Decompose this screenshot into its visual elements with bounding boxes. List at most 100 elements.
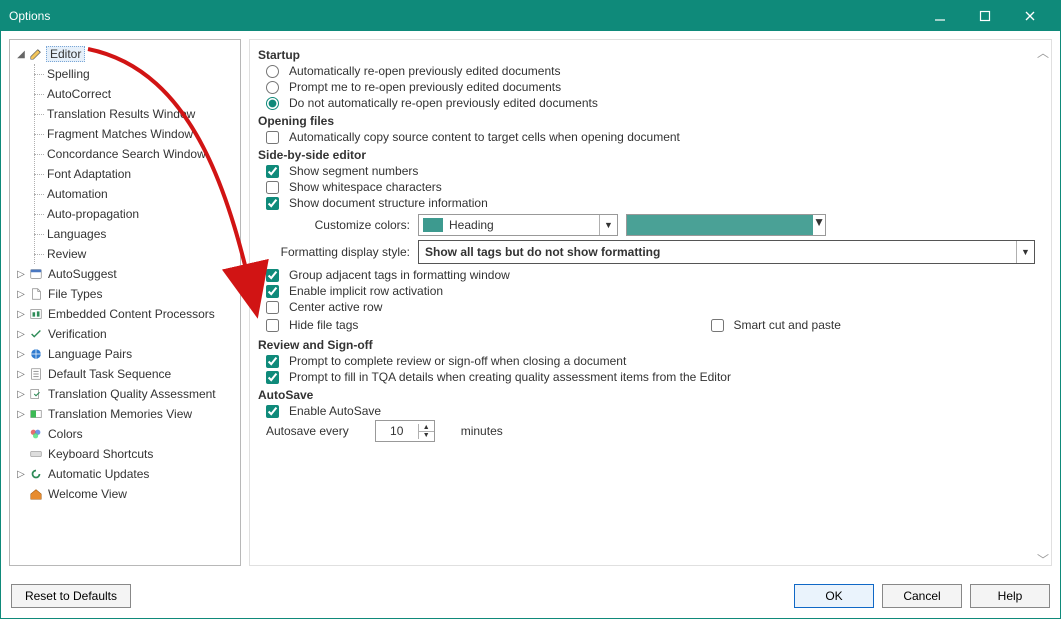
editor-options-panel: ︿ Startup Automatically re-open previous… bbox=[249, 39, 1052, 566]
combo-value: Show all tags but do not show formatting bbox=[419, 245, 1016, 259]
tree-item-label: Editor bbox=[46, 46, 85, 62]
checkbox-enable-autosave[interactable] bbox=[266, 405, 279, 418]
options-tree[interactable]: ◢ Editor Spelling AutoCorrect Translatio… bbox=[9, 39, 241, 566]
collapse-icon[interactable]: ◢ bbox=[14, 49, 28, 60]
label[interactable]: Smart cut and paste bbox=[734, 318, 841, 332]
tree-item-languages[interactable]: Languages bbox=[35, 224, 238, 244]
customize-colors-combo[interactable]: Heading ▼ bbox=[418, 214, 618, 236]
tree-item-auto-propagation[interactable]: Auto-propagation bbox=[35, 204, 238, 224]
checkbox-show-doc-structure[interactable] bbox=[266, 197, 279, 210]
label[interactable]: Show whitespace characters bbox=[289, 180, 442, 194]
reset-defaults-button[interactable]: Reset to Defaults bbox=[11, 584, 131, 608]
expand-icon[interactable]: ▷ bbox=[14, 409, 28, 420]
expand-icon[interactable]: ▷ bbox=[14, 329, 28, 340]
checkbox-enable-implicit-row[interactable] bbox=[266, 285, 279, 298]
checkbox-auto-copy-source[interactable] bbox=[266, 131, 279, 144]
expand-icon[interactable]: ▷ bbox=[14, 469, 28, 480]
tree-item-verification[interactable]: ▷ Verification bbox=[12, 324, 238, 344]
color-value-combo[interactable]: ▼ bbox=[626, 214, 826, 236]
label[interactable]: Prompt to fill in TQA details when creat… bbox=[289, 370, 731, 384]
tree-item-spelling[interactable]: Spelling bbox=[35, 64, 238, 84]
checkbox-smart-cut-paste[interactable] bbox=[711, 319, 724, 332]
close-button[interactable] bbox=[1007, 1, 1052, 31]
tree-item-font-adaptation[interactable]: Font Adaptation bbox=[35, 164, 238, 184]
cancel-button[interactable]: Cancel bbox=[882, 584, 962, 608]
autosave-unit-label: minutes bbox=[461, 424, 503, 438]
ok-button[interactable]: OK bbox=[794, 584, 874, 608]
langpairs-icon bbox=[28, 346, 44, 362]
label[interactable]: Show document structure information bbox=[289, 196, 488, 210]
radio-auto-reopen[interactable] bbox=[266, 65, 279, 78]
label[interactable]: Show segment numbers bbox=[289, 164, 418, 178]
tree-item-automation[interactable]: Automation bbox=[35, 184, 238, 204]
autosave-spinner[interactable]: 10 ▲ ▼ bbox=[375, 420, 435, 442]
window-title: Options bbox=[9, 9, 917, 23]
section-opening-files: Opening files bbox=[258, 114, 1035, 128]
scroll-up-icon[interactable]: ︿ bbox=[1037, 44, 1047, 54]
label[interactable]: Hide file tags bbox=[289, 318, 358, 332]
checkbox-prompt-tqa[interactable] bbox=[266, 371, 279, 384]
label[interactable]: Prompt to complete review or sign-off wh… bbox=[289, 354, 626, 368]
formatting-display-combo[interactable]: Show all tags but do not show formatting… bbox=[418, 240, 1035, 264]
spinner-up-icon[interactable]: ▲ bbox=[419, 424, 434, 432]
tree-item-file-types[interactable]: ▷ File Types bbox=[12, 284, 238, 304]
expand-icon[interactable]: ▷ bbox=[14, 309, 28, 320]
checkbox-show-segment-numbers[interactable] bbox=[266, 165, 279, 178]
checkbox-center-active-row[interactable] bbox=[266, 301, 279, 314]
label[interactable]: Automatically copy source content to tar… bbox=[289, 130, 680, 144]
expand-icon[interactable]: ▷ bbox=[14, 349, 28, 360]
label[interactable]: Prompt me to re-open previously edited d… bbox=[289, 80, 561, 94]
updates-icon bbox=[28, 466, 44, 482]
tree-item-tqa[interactable]: ▷ Translation Quality Assessment bbox=[12, 384, 238, 404]
tqa-icon bbox=[28, 386, 44, 402]
minimize-button[interactable] bbox=[917, 1, 962, 31]
tree-item-translation-results-window[interactable]: Translation Results Window bbox=[35, 104, 238, 124]
tree-item-editor[interactable]: ◢ Editor bbox=[12, 44, 238, 64]
tree-item-review[interactable]: Review bbox=[35, 244, 238, 264]
chevron-down-icon[interactable]: ▼ bbox=[1016, 241, 1034, 263]
spinner-down-icon[interactable]: ▼ bbox=[419, 432, 434, 439]
expand-icon[interactable]: ▷ bbox=[14, 269, 28, 280]
radio-no-reopen[interactable] bbox=[266, 97, 279, 110]
checkbox-prompt-complete-review[interactable] bbox=[266, 355, 279, 368]
expand-icon[interactable]: ▷ bbox=[14, 289, 28, 300]
tree-item-embedded-content[interactable]: ▷ Embedded Content Processors bbox=[12, 304, 238, 324]
tree-item-autocorrect[interactable]: AutoCorrect bbox=[35, 84, 238, 104]
tree-item-autosuggest[interactable]: ▷ AutoSuggest bbox=[12, 264, 238, 284]
label[interactable]: Enable AutoSave bbox=[289, 404, 381, 418]
label[interactable]: Enable implicit row activation bbox=[289, 284, 443, 298]
radio-prompt-reopen[interactable] bbox=[266, 81, 279, 94]
checkbox-show-whitespace[interactable] bbox=[266, 181, 279, 194]
label[interactable]: Group adjacent tags in formatting window bbox=[289, 268, 510, 282]
tmview-icon bbox=[28, 406, 44, 422]
tree-item-keyboard-shortcuts[interactable]: ▷ Keyboard Shortcuts bbox=[12, 444, 238, 464]
chevron-down-icon[interactable]: ▼ bbox=[813, 215, 825, 235]
tree-item-concordance-search-window[interactable]: Concordance Search Window bbox=[35, 144, 238, 164]
color-swatch bbox=[627, 215, 813, 235]
maximize-button[interactable] bbox=[962, 1, 1007, 31]
expand-icon[interactable]: ▷ bbox=[14, 389, 28, 400]
tree-item-fragment-matches-window[interactable]: Fragment Matches Window bbox=[35, 124, 238, 144]
embedded-icon bbox=[28, 306, 44, 322]
help-button[interactable]: Help bbox=[970, 584, 1050, 608]
checkbox-group-adjacent[interactable] bbox=[266, 269, 279, 282]
checkbox-hide-file-tags[interactable] bbox=[266, 319, 279, 332]
spinner-value: 10 bbox=[376, 424, 418, 438]
tree-item-automatic-updates[interactable]: ▷ Automatic Updates bbox=[12, 464, 238, 484]
tree-item-default-task-sequence[interactable]: ▷ Default Task Sequence bbox=[12, 364, 238, 384]
label[interactable]: Do not automatically re-open previously … bbox=[289, 96, 598, 110]
formatting-label: Formatting display style: bbox=[280, 245, 410, 259]
chevron-down-icon[interactable]: ▼ bbox=[599, 215, 617, 235]
tree-item-colors[interactable]: ▷ Colors bbox=[12, 424, 238, 444]
tree-item-welcome-view[interactable]: ▷ Welcome View bbox=[12, 484, 238, 504]
tree-item-language-pairs[interactable]: ▷ Language Pairs bbox=[12, 344, 238, 364]
customize-colors-label: Customize colors: bbox=[280, 218, 410, 232]
autosave-every-label: Autosave every bbox=[266, 424, 349, 438]
label[interactable]: Automatically re-open previously edited … bbox=[289, 64, 560, 78]
section-autosave: AutoSave bbox=[258, 388, 1035, 402]
section-review: Review and Sign-off bbox=[258, 338, 1035, 352]
tree-item-tm-view[interactable]: ▷ Translation Memories View bbox=[12, 404, 238, 424]
scroll-down-icon[interactable]: ﹀ bbox=[1037, 551, 1047, 561]
expand-icon[interactable]: ▷ bbox=[14, 369, 28, 380]
label[interactable]: Center active row bbox=[289, 300, 382, 314]
